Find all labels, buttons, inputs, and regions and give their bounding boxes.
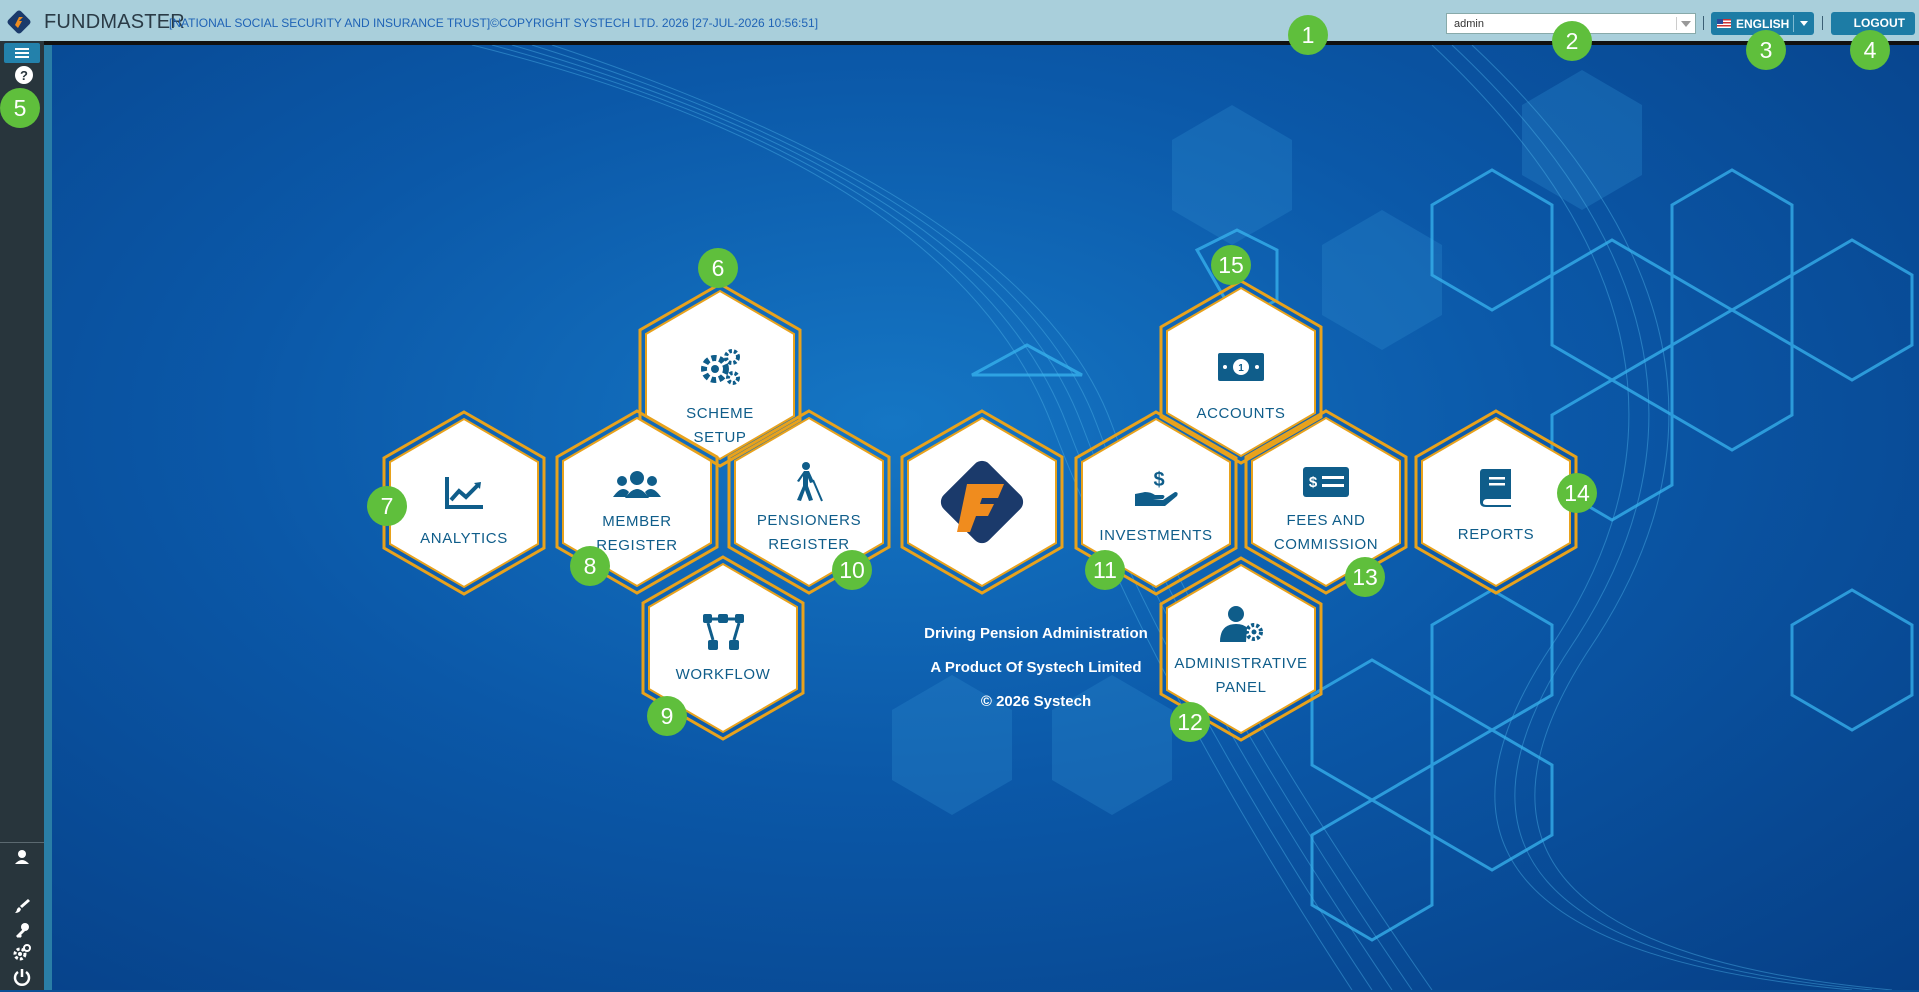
chevron-down-icon: [1681, 21, 1691, 27]
callout-badge: 14: [1557, 473, 1597, 513]
user-cog-icon: [1220, 606, 1263, 642]
tagline-line: A Product Of Systech Limited: [930, 659, 1142, 676]
dashboard-canvas: SCHEME SETUP ANALYTICS MEMBER REGISTER P…: [52, 45, 1919, 990]
user-select-value: admin: [1454, 18, 1484, 30]
svg-text:$: $: [1153, 469, 1164, 491]
callout-badge: 9: [647, 696, 687, 736]
settings-cogs-icon[interactable]: [12, 943, 32, 963]
callout-badge: 12: [1170, 702, 1210, 742]
sidebar-divider: [0, 842, 44, 843]
language-button-divider: [1793, 15, 1794, 32]
money-bill-icon: 1: [1218, 353, 1264, 381]
select-separator: [1676, 17, 1677, 30]
chevron-down-icon: [1800, 21, 1808, 26]
us-flag-icon: [1717, 19, 1731, 28]
user-profile-icon[interactable]: [12, 847, 32, 867]
blind-person-icon: [797, 462, 823, 502]
callout-badge: 8: [570, 546, 610, 586]
fundmaster-logo-icon: [940, 460, 1024, 544]
callout-badge: 7: [367, 486, 407, 526]
sidebar-edge: [44, 45, 52, 990]
header-divider: [1822, 16, 1823, 30]
users-icon: [613, 471, 661, 498]
callout-badge: 1: [1288, 15, 1328, 55]
cogs-icon: [701, 349, 740, 385]
brush-icon[interactable]: [12, 896, 32, 916]
tile-label: INVESTMENTS: [1099, 527, 1213, 544]
tile-label: PENSIONERS: [756, 512, 862, 529]
power-icon[interactable]: [12, 967, 32, 987]
callout-badge: 13: [1345, 557, 1385, 597]
header-divider: [1703, 16, 1704, 30]
chart-line-icon: [445, 477, 483, 509]
left-sidebar: ?: [0, 41, 44, 990]
callout-badge: 6: [698, 248, 738, 288]
tagline: Driving Pension Administration A Product…: [876, 625, 1196, 727]
app-title: FUNDMASTER: [44, 11, 185, 33]
language-label: ENGLISH: [1736, 17, 1790, 31]
menu-toggle-button[interactable]: [4, 43, 40, 63]
help-icon[interactable]: ?: [14, 65, 33, 84]
tagline-line: © 2026 Systech: [980, 693, 1092, 710]
app-info-text: [NATIONAL SOCIAL SECURITY AND INSURANCE …: [169, 16, 819, 30]
book-icon: [1480, 469, 1511, 507]
key-icon[interactable]: [12, 920, 32, 940]
callout-badge: 15: [1211, 245, 1251, 285]
sitemap-icon: [703, 614, 744, 650]
money-check-icon: $: [1303, 467, 1349, 497]
top-header: FUNDMASTER [NATIONAL SOCIAL SECURITY AND…: [0, 0, 1919, 44]
callout-badge: 3: [1746, 30, 1786, 70]
svg-text:$: $: [1309, 474, 1318, 491]
tile-label: ANALYTICS: [420, 530, 508, 547]
fundmaster-logo-icon: [7, 10, 31, 34]
svg-text:1: 1: [1238, 363, 1244, 374]
tile-label: MEMBER: [602, 513, 672, 530]
fundmaster-center-logo-tile: [897, 407, 1067, 597]
tile-label: FEES AND: [1286, 512, 1366, 529]
callout-badge: 11: [1085, 550, 1125, 590]
callout-badge: 4: [1850, 30, 1890, 70]
tile-label: REPORTS: [1457, 526, 1535, 543]
reports-tile[interactable]: REPORTS: [1411, 407, 1581, 597]
callout-badge: 5: [0, 88, 40, 128]
tagline-line: Driving Pension Administration: [924, 625, 1148, 642]
hand-holding-usd-icon: $: [1135, 469, 1178, 506]
svg-text:?: ?: [20, 68, 28, 83]
tile-label: WORKFLOW: [675, 666, 771, 683]
callout-badge: 10: [832, 550, 872, 590]
callout-badge: 2: [1552, 21, 1592, 61]
